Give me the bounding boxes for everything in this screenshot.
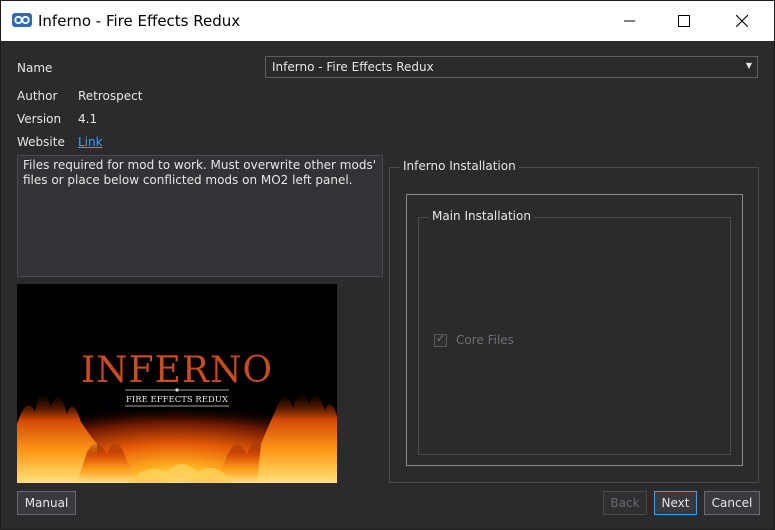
- name-label: Name: [17, 61, 53, 75]
- website-link[interactable]: Link: [78, 135, 103, 149]
- installer-window: Inferno - Fire Effects Redux Name Infern…: [0, 0, 775, 530]
- close-button[interactable]: [715, 1, 769, 41]
- logo-subtitle: FIRE EFFECTS REDUX: [126, 395, 229, 405]
- website-label: Website: [17, 135, 65, 149]
- minimize-icon: [624, 20, 635, 22]
- version-label: Version: [17, 112, 62, 126]
- author-value: Retrospect: [78, 89, 143, 103]
- name-select[interactable]: Inferno - Fire Effects Redux ▼: [265, 56, 758, 78]
- logo-title: INFERNO: [81, 350, 273, 391]
- option-core-files[interactable]: ✓ Core Files: [434, 331, 514, 347]
- maximize-icon: [678, 15, 690, 27]
- version-value: 4.1: [78, 112, 98, 126]
- manual-button[interactable]: Manual: [17, 491, 76, 515]
- mod-preview-image: INFERNO FIRE EFFECTS REDUX: [17, 284, 337, 483]
- back-button[interactable]: Back: [603, 491, 647, 515]
- author-label: Author: [17, 89, 58, 103]
- close-icon: [736, 15, 748, 27]
- window-title: Inferno - Fire Effects Redux: [38, 12, 241, 30]
- inferno-installation-title: Inferno Installation: [400, 159, 519, 173]
- minimize-button[interactable]: [603, 1, 657, 41]
- mo2-icon: [12, 13, 32, 27]
- next-button[interactable]: Next: [654, 491, 697, 515]
- title-bar[interactable]: Inferno - Fire Effects Redux: [1, 1, 774, 41]
- name-select-value: Inferno - Fire Effects Redux: [272, 60, 434, 74]
- core-files-label: Core Files: [456, 333, 514, 347]
- checkmark-icon: ✓: [436, 331, 446, 345]
- main-installation-title: Main Installation: [429, 209, 534, 223]
- chevron-down-icon: ▼: [745, 61, 752, 70]
- inferno-logo-image: INFERNO FIRE EFFECTS REDUX: [17, 284, 337, 483]
- description-box[interactable]: Files required for mod to work. Must ove…: [17, 155, 383, 277]
- installer-body: Name Inferno - Fire Effects Redux ▼ Auth…: [1, 41, 774, 529]
- core-files-checkbox[interactable]: ✓: [434, 331, 447, 347]
- maximize-button[interactable]: [657, 1, 711, 41]
- cancel-button[interactable]: Cancel: [704, 491, 760, 515]
